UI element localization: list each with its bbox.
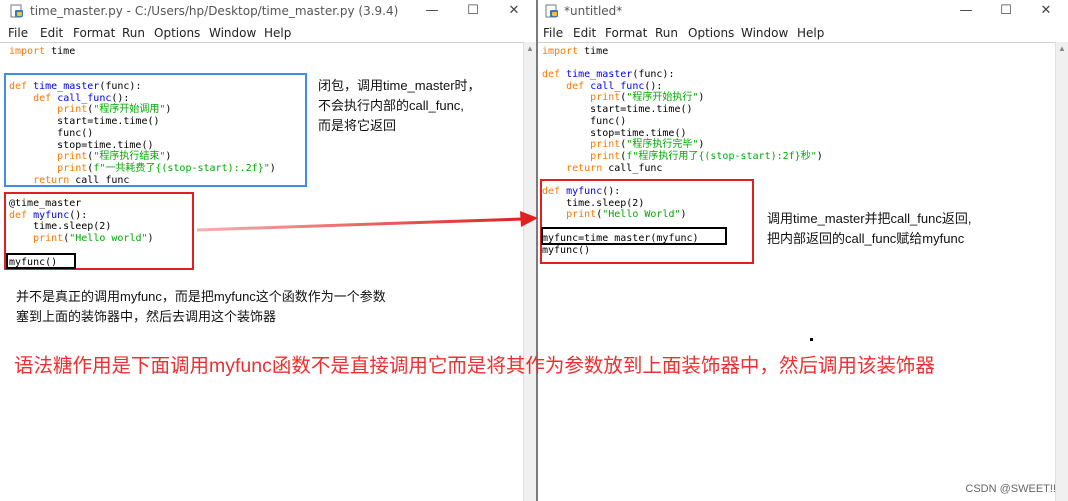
window-title: time_master.py - C:/Users/hp/Desktop/tim… — [30, 4, 399, 18]
right-note-line-2: 把内部返回的call_func赋给myfunc — [767, 231, 965, 246]
myfunc-note-line-1: 并不是真正的调用myfunc，而是把myfunc这个函数作为一个参数 — [16, 289, 386, 304]
closure-highlight-box — [4, 73, 307, 187]
syntax-sugar-note: 语法糖作用是下面调用myfunc函数不是直接调用它而是将其作为参数放到上面装饰器… — [14, 355, 935, 377]
code-block-import: import time — [9, 46, 76, 57]
close-button[interactable]: ✕ — [499, 1, 529, 21]
right-title-bar: *untitled* — ☐ ✕ — [538, 0, 1068, 22]
menu-help[interactable]: Help — [797, 26, 824, 40]
menu-file[interactable]: File — [8, 26, 28, 40]
left-title-bar: time_master.py - C:/Users/hp/Desktop/tim… — [0, 0, 536, 22]
menu-options[interactable]: Options — [154, 26, 200, 40]
menu-help[interactable]: Help — [264, 26, 291, 40]
right-menu-bar: File Edit Format Run Options Window Help — [538, 24, 1068, 42]
code-block-import: import time — [542, 46, 609, 57]
watermark: CSDN @SWEET!! — [965, 483, 1056, 495]
closure-note: 闭包，调用time_master时， 不会执行内部的call_func, 而是将… — [318, 76, 481, 136]
scroll-up-icon[interactable]: ▲ — [524, 44, 536, 53]
closure-note-line-2: 不会执行内部的call_func, — [318, 98, 464, 113]
menu-file[interactable]: File — [543, 26, 563, 40]
closure-note-line-1: 闭包，调用time_master时， — [318, 78, 481, 93]
python-file-icon — [10, 4, 23, 18]
maximize-button[interactable]: ☐ — [458, 1, 488, 21]
menu-window[interactable]: Window — [741, 26, 788, 40]
code-block-time-master: def time_master(func): def call_func(): … — [542, 69, 823, 174]
vertical-scrollbar[interactable]: ▲ — [1055, 42, 1068, 501]
minimize-button[interactable]: — — [951, 1, 981, 21]
stray-dot — [810, 338, 813, 341]
menu-edit[interactable]: Edit — [573, 26, 596, 40]
menu-run[interactable]: Run — [122, 26, 145, 40]
scroll-up-icon[interactable]: ▲ — [1056, 44, 1068, 53]
menu-options[interactable]: Options — [688, 26, 734, 40]
assignment-highlight-box — [541, 227, 727, 245]
vertical-scrollbar[interactable]: ▲ — [523, 42, 536, 501]
code-editor[interactable]: import time def time_master(func): def c… — [538, 42, 1056, 501]
close-button[interactable]: ✕ — [1031, 1, 1061, 21]
menu-window[interactable]: Window — [209, 26, 256, 40]
myfunc-note-line-2: 塞到上面的装饰器中，然后去调用这个装饰器 — [16, 309, 277, 324]
menu-format[interactable]: Format — [605, 26, 647, 40]
menu-edit[interactable]: Edit — [40, 26, 63, 40]
menu-run[interactable]: Run — [655, 26, 678, 40]
window-title: *untitled* — [564, 4, 623, 18]
right-code-highlight-box — [540, 179, 754, 264]
right-note-line-1: 调用time_master并把call_func返回, — [767, 211, 972, 226]
myfunc-call-box — [6, 253, 76, 269]
myfunc-note: 并不是真正的调用myfunc，而是把myfunc这个函数作为一个参数 塞到上面的… — [16, 287, 386, 327]
minimize-button[interactable]: — — [417, 1, 447, 21]
menu-format[interactable]: Format — [73, 26, 115, 40]
closure-note-line-3: 而是将它返回 — [318, 118, 397, 133]
right-note: 调用time_master并把call_func返回, 把内部返回的call_f… — [767, 209, 971, 249]
python-file-icon — [545, 4, 558, 18]
left-menu-bar: File Edit Format Run Options Window Help — [0, 24, 536, 42]
maximize-button[interactable]: ☐ — [991, 1, 1021, 21]
